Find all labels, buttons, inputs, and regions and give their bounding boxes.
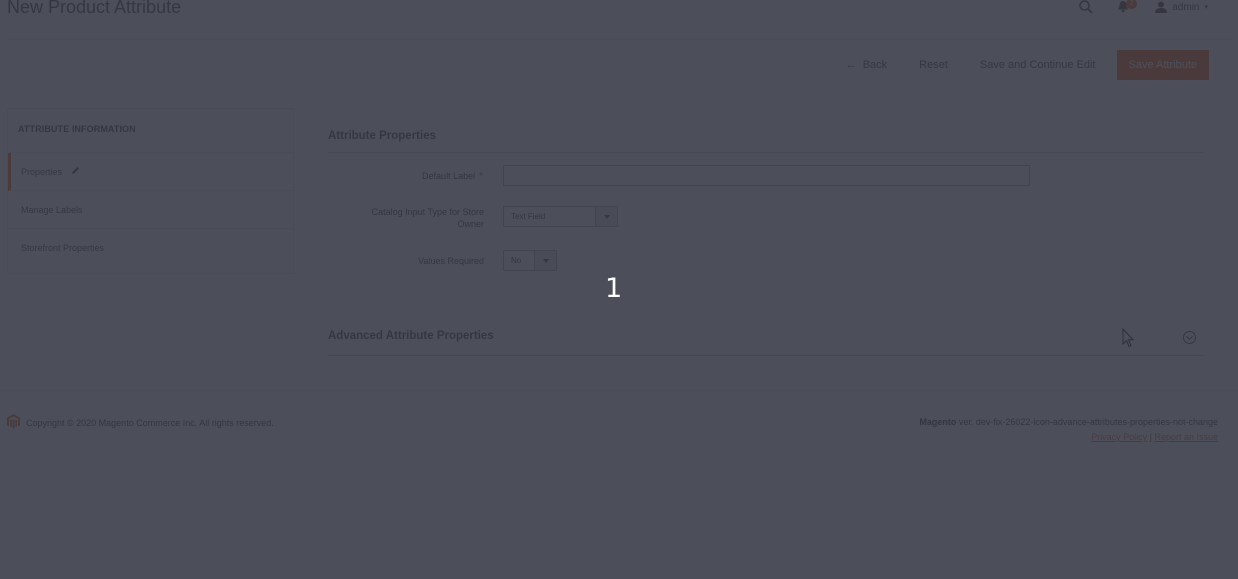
catalog-input-type-label: Catalog Input Type for Store Owner [372, 206, 484, 230]
user-icon [1155, 1, 1168, 13]
values-required-value: No [511, 256, 522, 265]
catalog-input-type-label-line1: Catalog Input Type for Store [371, 207, 484, 217]
catalog-input-type-select[interactable]: Text Field [503, 206, 618, 227]
back-button-label: Back [862, 59, 888, 71]
values-required-select[interactable]: No [503, 250, 557, 271]
save-and-continue-button[interactable]: Save and Continue Edit [969, 51, 1107, 79]
default-label-text: Default Label [422, 171, 476, 181]
magento-brand: Magento [919, 417, 957, 427]
mouse-cursor-icon [1122, 327, 1135, 353]
footer-links: Privacy Policy | Report an Issue [919, 430, 1218, 445]
chevron-down-icon [534, 251, 556, 270]
search-icon[interactable] [1079, 0, 1095, 14]
default-label-input[interactable] [503, 165, 1030, 186]
privacy-policy-link[interactable]: Privacy Policy [1091, 432, 1147, 442]
magento-logo-icon [7, 414, 20, 431]
chevron-down-icon [595, 207, 617, 226]
values-required-label: Values Required [418, 256, 484, 266]
step-counter: 1 [605, 273, 623, 304]
report-issue-link[interactable]: Report an Issue [1154, 432, 1218, 442]
page-header: New Product Attribute 2 admin ▾ [0, 0, 1238, 38]
default-label-field: Default Label * [328, 165, 1204, 187]
attribute-properties-title: Attribute Properties [328, 130, 1204, 153]
tab-storefront-properties[interactable]: Storefront Properties [8, 229, 293, 267]
catalog-input-type-field: Catalog Input Type for Store Owner Text … [328, 206, 1204, 230]
tab-properties[interactable]: Properties [8, 153, 293, 191]
advanced-attribute-properties-title: Advanced Attribute Properties [328, 330, 494, 342]
admin-user-menu[interactable]: admin ▾ [1155, 1, 1208, 13]
notifications-bell-icon[interactable]: 2 [1117, 0, 1138, 14]
version-line: Magento ver. dev-fix-26022-icon-advance-… [919, 415, 1218, 430]
page-title: New Product Attribute [7, 0, 182, 17]
footer-left: Copyright © 2020 Magento Commerce Inc. A… [7, 414, 274, 431]
back-button[interactable]: ← Back [835, 51, 898, 79]
attribute-tabs-sidebar: ATTRIBUTE INFORMATION Properties Manage … [7, 108, 294, 274]
page-footer: Copyright © 2020 Magento Commerce Inc. A… [0, 390, 1238, 450]
advanced-attribute-properties-toggle[interactable]: Advanced Attribute Properties [328, 318, 1204, 356]
pencil-icon [71, 153, 80, 191]
catalog-input-type-value: Text Field [511, 212, 546, 221]
version-text: ver. dev-fix-26022-icon-advance-attribut… [956, 417, 1218, 427]
tab-properties-label: Properties [21, 166, 63, 177]
required-asterisk: * [479, 171, 483, 182]
chevron-down-icon: ▾ [1204, 4, 1208, 11]
footer-right: Magento ver. dev-fix-26022-icon-advance-… [919, 415, 1218, 445]
values-required-field: Values Required No [328, 250, 1204, 272]
header-actions: 2 admin ▾ [1079, 0, 1208, 14]
admin-username: admin [1172, 1, 1200, 13]
default-label-label: Default Label * [422, 170, 483, 183]
catalog-input-type-label-line2: Owner [457, 219, 484, 229]
sidebar-title: ATTRIBUTE INFORMATION [8, 109, 293, 153]
reset-button[interactable]: Reset [908, 51, 959, 79]
tab-manage-labels[interactable]: Manage Labels [8, 191, 293, 229]
actions-row: ← Back Reset Save and Continue Edit Save… [835, 50, 1209, 80]
expand-circle-icon[interactable] [1183, 331, 1196, 344]
notification-count-badge: 2 [1126, 0, 1138, 9]
page-actions-bar: ← Back Reset Save and Continue Edit Save… [7, 39, 1231, 91]
save-attribute-button[interactable]: Save Attribute [1116, 50, 1209, 80]
copyright-text: Copyright © 2020 Magento Commerce Inc. A… [26, 417, 274, 428]
arrow-left-icon: ← [845, 59, 857, 71]
